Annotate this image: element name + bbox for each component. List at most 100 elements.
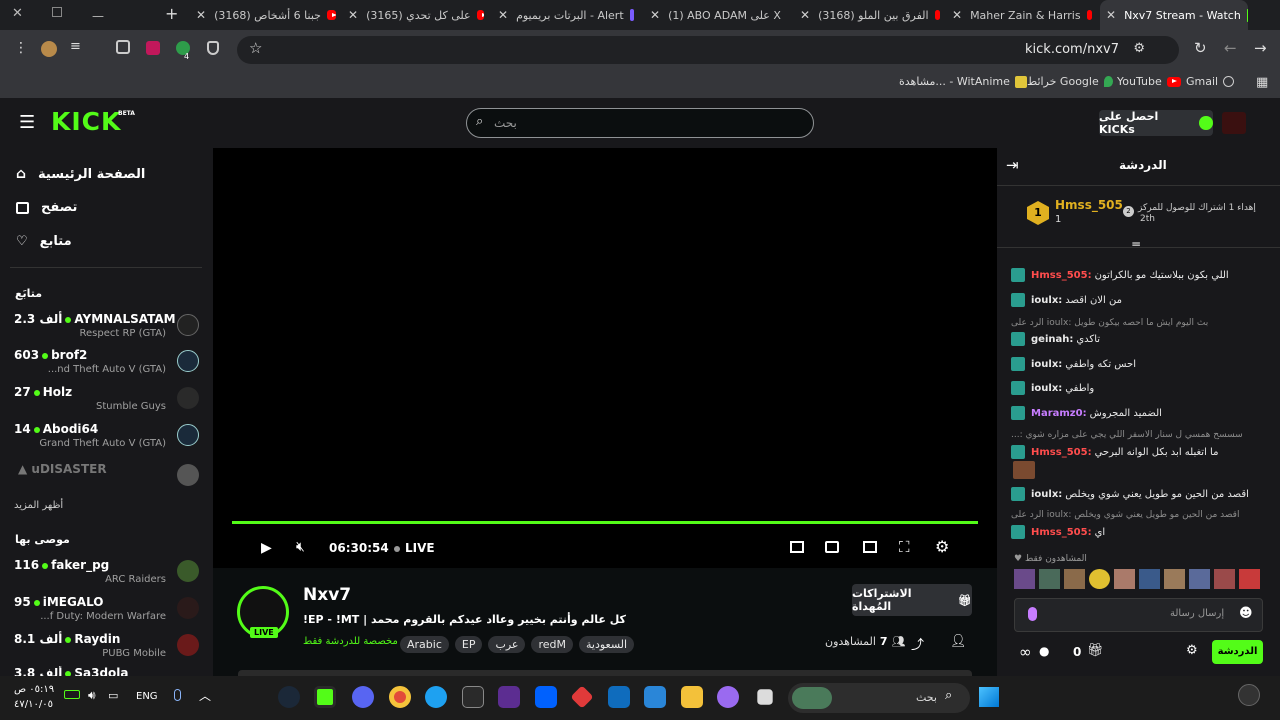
steam-icon[interactable] xyxy=(278,686,300,708)
tab[interactable]: ✕ البرتات بريميوم - Alert xyxy=(498,0,634,30)
bookmark-witanime[interactable]: مشاهدة... - WitAnime xyxy=(899,75,1027,88)
chatter-avatar[interactable] xyxy=(1114,569,1135,589)
start-button[interactable] xyxy=(979,687,999,707)
outlook-icon[interactable] xyxy=(608,686,630,708)
close-tab-icon[interactable]: ✕ xyxy=(196,8,206,22)
recommended-channel[interactable]: 95 iMEGALO ...f Duty: Modern Warfare xyxy=(14,595,199,629)
hamburger-menu-icon[interactable]: ☰ xyxy=(19,112,35,133)
gift-subs-button[interactable]: الاشتراكات المُهداة 🎁︎ xyxy=(852,584,972,616)
collapse-chat-icon[interactable]: ⇥ xyxy=(1006,156,1019,174)
following-channel[interactable]: 27 Holz Stumble Guys xyxy=(14,385,199,419)
share-icon[interactable]: ⤴ xyxy=(911,634,924,653)
chat-username[interactable]: Hmss_505: xyxy=(1031,527,1092,538)
tag[interactable]: EP xyxy=(454,636,483,653)
infinity-icon[interactable]: ∞ xyxy=(1019,643,1032,661)
chatter-avatar[interactable] xyxy=(1064,569,1085,589)
chat-message[interactable]: ioulx: احس تكه واطفي xyxy=(1011,357,1251,371)
chat-username[interactable]: ioulx: xyxy=(1031,295,1062,306)
fullscreen-icon[interactable]: ⛶ xyxy=(899,538,910,556)
chat-username[interactable]: ioulx: xyxy=(1031,489,1062,500)
following-channel[interactable]: 2.3 ألف AYMNALSATAM Respect RP (GTA) xyxy=(14,312,199,346)
recommended-channel[interactable]: 116 faker_pg ARC Raiders xyxy=(14,558,199,592)
back-icon[interactable]: → xyxy=(1254,39,1267,57)
microphone-icon[interactable] xyxy=(174,689,181,701)
discord-icon[interactable] xyxy=(352,686,374,708)
visual-studio-icon[interactable] xyxy=(498,686,520,708)
chat-message[interactable]: Hmss_505: اللي بكون ببلاستيك مو بالكراتون xyxy=(1011,268,1251,282)
network-icon[interactable]: ▭ xyxy=(108,689,118,702)
tag[interactable]: redM xyxy=(531,636,573,653)
tab[interactable]: ✕ (3165) على كل تحدي xyxy=(348,0,484,30)
maximize-icon[interactable] xyxy=(52,7,62,17)
close-tab-icon[interactable]: ✕ xyxy=(1106,8,1116,22)
bookmark-youtube[interactable]: YouTube xyxy=(1117,75,1181,88)
apps-grid-icon[interactable]: ▦ xyxy=(1256,75,1268,90)
chatter-avatar[interactable] xyxy=(1189,569,1210,589)
chatter-avatar[interactable] xyxy=(1164,569,1185,589)
close-tab-icon[interactable]: ✕ xyxy=(498,8,508,22)
chat-message[interactable]: Hmss_505: اي xyxy=(1011,525,1251,539)
show-hidden-icons[interactable]: ︿ xyxy=(199,687,211,704)
nav-browse[interactable]: تصفح xyxy=(16,200,77,215)
tag[interactable]: السعودية xyxy=(579,636,635,653)
following-channel[interactable]: 14 Abodi64 Grand Theft Auto V (GTA) xyxy=(14,422,199,456)
chatter-avatar[interactable] xyxy=(1239,569,1260,589)
get-kicks-button[interactable]: احصل على KICKs xyxy=(1099,110,1213,136)
tag[interactable]: عرب xyxy=(488,636,526,653)
chatter-avatar[interactable] xyxy=(1214,569,1235,589)
chat-username[interactable]: ioulx: xyxy=(1031,383,1062,394)
following-channel-offline[interactable]: ▲ uDISASTER xyxy=(14,462,199,496)
chat-message[interactable]: ioulx: اقصد من الحين مو طويل يعني شوي ويخ… xyxy=(1011,487,1251,501)
chat-username[interactable]: Hmss_505: xyxy=(1031,270,1092,281)
chat-username[interactable]: Maramz0: xyxy=(1031,408,1087,419)
dropbox-icon[interactable] xyxy=(535,686,557,708)
clip-icon[interactable] xyxy=(825,541,839,553)
extensions-icon[interactable] xyxy=(116,40,130,54)
privacy-icon[interactable] xyxy=(207,41,219,55)
tab-search-icon[interactable]: ≡ xyxy=(70,39,81,54)
chat-input[interactable]: إرسال رسالة ☻ xyxy=(1014,598,1263,632)
profile-avatar[interactable] xyxy=(41,41,57,57)
file-explorer-icon[interactable] xyxy=(681,686,703,708)
close-tab-icon[interactable]: ✕ xyxy=(650,8,660,22)
emoji-icon[interactable]: ☻ xyxy=(1239,606,1253,621)
chatter-avatar[interactable] xyxy=(1089,569,1110,589)
follow-user-icon[interactable]: 👤︎ xyxy=(950,634,967,649)
copilot-icon[interactable] xyxy=(717,686,739,708)
chat-message[interactable]: ioulx: واطفي xyxy=(1011,381,1251,395)
tag[interactable]: Arabic xyxy=(400,636,449,653)
play-icon[interactable]: ▶ xyxy=(261,540,272,556)
reload-icon[interactable]: ↻ xyxy=(1194,39,1207,57)
filter-icon[interactable]: ≡ xyxy=(1131,238,1141,252)
menu-dots-icon[interactable]: ⋮ xyxy=(14,40,28,56)
task-view-icon[interactable] xyxy=(757,689,773,705)
close-tab-icon[interactable]: ✕ xyxy=(800,8,810,22)
tab-active[interactable]: ✕ Nxv7 Stream - Watch xyxy=(1100,0,1248,30)
channel-name[interactable]: Nxv7 xyxy=(303,585,351,605)
recommended-channel[interactable]: 8.1 ألف Raydin PUBG Mobile xyxy=(14,632,199,666)
following-channel[interactable]: 603 brof2 ...nd Theft Auto V (GTA) xyxy=(14,348,199,382)
mute-icon[interactable]: 🔇︎ xyxy=(296,539,305,555)
new-tab-button[interactable]: + xyxy=(165,4,178,23)
chat-message[interactable]: geinah: تاكدي xyxy=(1011,332,1251,346)
forward-icon[interactable]: ← xyxy=(1224,39,1237,57)
bookmark-gmail[interactable]: Gmail xyxy=(1186,75,1235,88)
app-icon[interactable] xyxy=(570,685,594,709)
minimize-icon[interactable]: — xyxy=(92,9,104,23)
close-window-icon[interactable]: ✕ xyxy=(12,6,23,21)
settings-gear-icon[interactable]: ⚙ xyxy=(935,537,949,556)
notifications-icon[interactable] xyxy=(1238,684,1260,706)
volume-icon[interactable]: 🔊︎ xyxy=(88,688,96,703)
omnibox[interactable]: ☆ kick.com/nxv7 ⚙ xyxy=(237,36,1179,64)
user-avatar[interactable] xyxy=(1222,112,1246,134)
chat-username[interactable]: geinah: xyxy=(1031,334,1073,345)
chrome-icon[interactable] xyxy=(389,686,411,708)
theater-mode-icon[interactable] xyxy=(863,541,877,553)
tab[interactable]: ✕ (3168) الفرق بين الملو xyxy=(800,0,940,30)
site-settings-icon[interactable]: ⚙ xyxy=(1133,41,1145,56)
chat-message[interactable]: Hmss_505: ما اتغبله ابد بكل الوانه البرحي xyxy=(1011,445,1251,459)
kick-app-icon[interactable] xyxy=(314,686,336,708)
close-tab-icon[interactable]: ✕ xyxy=(348,8,358,22)
language-indicator[interactable]: ENG xyxy=(136,691,158,702)
progress-bar[interactable] xyxy=(232,521,978,524)
